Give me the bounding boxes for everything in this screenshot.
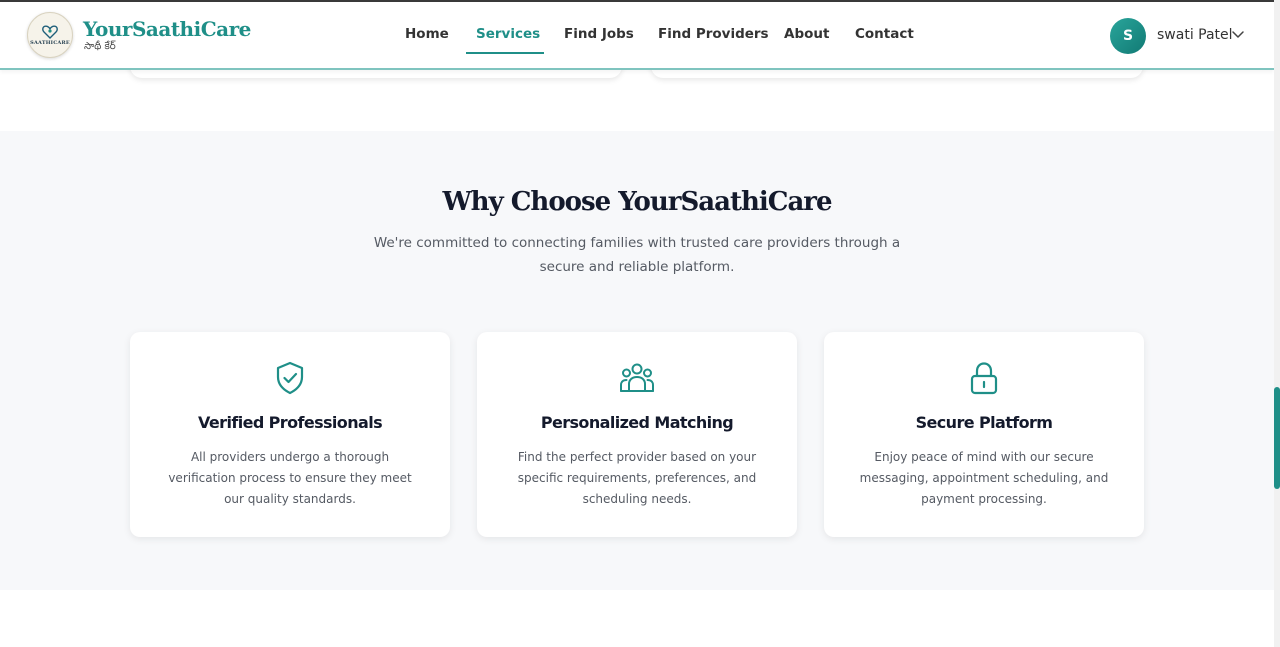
card-description: Enjoy peace of mind with our secure mess… <box>859 450 1109 506</box>
nav-find-providers[interactable]: Find Providers <box>658 26 769 42</box>
section-title: Why Choose YourSaathiCare <box>442 187 832 217</box>
brand-subtitle: సాథీ కేర్ <box>84 41 116 52</box>
scrollbar-thumb[interactable] <box>1274 387 1280 489</box>
feature-card-secure: Secure Platform Enjoy peace of mind with… <box>824 332 1144 537</box>
logo[interactable]: SAATHICARE <box>27 12 73 58</box>
shield-check-icon <box>276 361 304 395</box>
nav-services[interactable]: Services <box>476 26 540 42</box>
heart-logo-icon <box>42 24 58 39</box>
avatar[interactable]: S <box>1110 18 1146 54</box>
feature-card-matching: Personalized Matching Find the perfect p… <box>477 332 797 537</box>
card-title: Secure Platform <box>915 413 1053 432</box>
nav-home[interactable]: Home <box>405 26 449 42</box>
nav-about[interactable]: About <box>784 26 829 42</box>
card-description: Find the perfect provider based on your … <box>517 450 757 506</box>
users-icon <box>620 363 654 392</box>
site-header: SAATHICARE YourSaathiCare సాథీ కేర్ Home… <box>0 2 1274 70</box>
nav-contact[interactable]: Contact <box>855 26 914 42</box>
active-nav-underline <box>466 52 544 54</box>
page: SAATHICARE YourSaathiCare సాథీ కేర్ Home… <box>0 0 1280 647</box>
logo-text: SAATHICARE <box>30 39 70 46</box>
nav-find-jobs[interactable]: Find Jobs <box>564 26 634 42</box>
chevron-down-icon[interactable] <box>1231 30 1245 40</box>
scrollbar-track[interactable] <box>1274 0 1280 647</box>
card-title: Personalized Matching <box>540 413 734 432</box>
card-title: Verified Professionals <box>198 413 383 432</box>
brand-name[interactable]: YourSaathiCare <box>83 17 251 41</box>
card-description: All providers undergo a thorough verific… <box>168 450 412 506</box>
feature-card-verified: Verified Professionals All providers und… <box>130 332 450 537</box>
lock-icon <box>970 362 998 395</box>
section-subtitle: We're committed to connecting families w… <box>373 235 901 275</box>
why-choose-section: Why Choose YourSaathiCare We're committe… <box>0 131 1274 590</box>
user-name[interactable]: swati Patel <box>1157 27 1233 43</box>
